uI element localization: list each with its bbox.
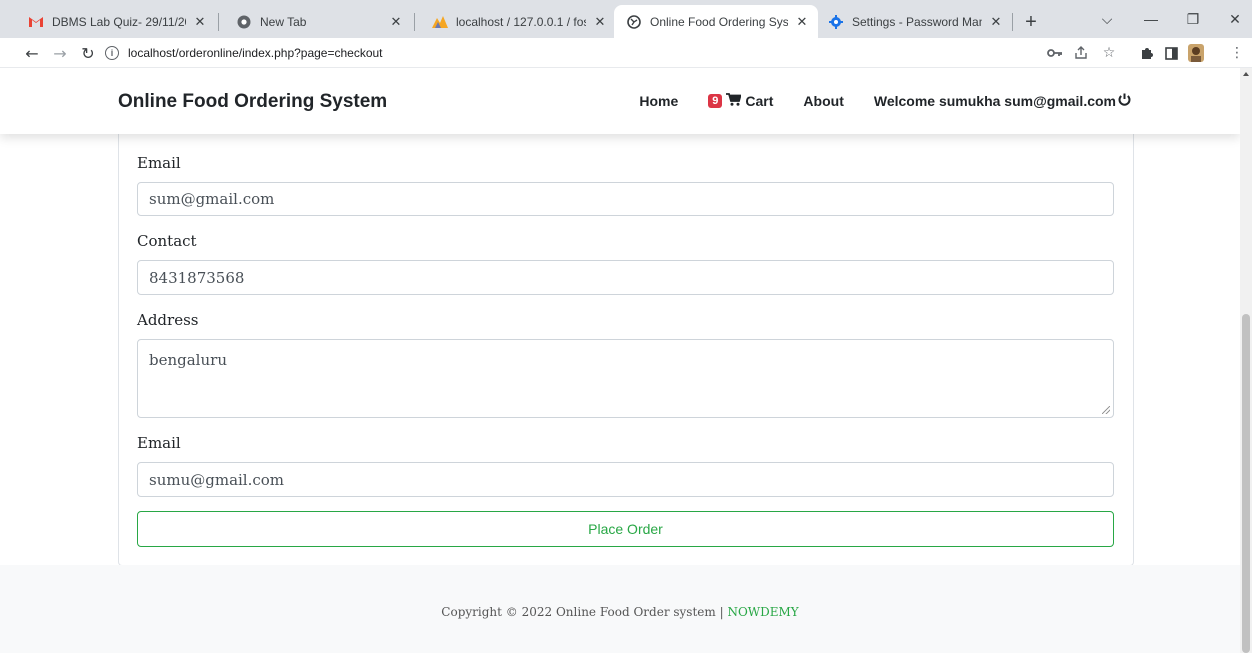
address-bar-url: localhost/orderonline/index.php?page=che… [128,46,383,60]
nav-cart-link[interactable]: 9 Cart [708,93,773,109]
forward-arrow-icon[interactable]: → [48,41,72,65]
site-info-icon[interactable]: i [105,46,119,60]
cart-count-badge: 9 [708,94,723,108]
address-textarea[interactable]: bengaluru [137,339,1114,418]
new-tab-button[interactable]: + [1018,9,1044,35]
tab-close-icon[interactable]: ✕ [192,14,208,30]
welcome-text: Welcome sumukha sum@gmail.com [873,93,1116,109]
place-order-button[interactable]: Place Order [137,511,1114,547]
browser-tab-active[interactable]: Online Food Ordering System ✕ [614,5,818,38]
globe-icon [626,14,642,30]
tab-separator [1012,13,1013,31]
side-panel-icon[interactable] [1160,42,1182,64]
tab-close-icon[interactable]: ✕ [388,14,404,30]
tab-close-icon[interactable]: ✕ [794,14,810,30]
nav-cart-label: Cart [745,93,774,109]
footer-copyright: Copyright © 2022 Online Food Order syste… [0,605,1240,619]
restore-button[interactable]: ❐ [1178,6,1208,32]
page-scrollbar[interactable] [1240,68,1252,653]
close-window-button[interactable]: ✕ [1220,6,1250,32]
contact-field[interactable]: 8431873568 [137,260,1114,295]
profile-avatar[interactable] [1185,42,1207,64]
email-label: Email [137,154,181,172]
contact-label: Contact [137,232,197,250]
minimize-button[interactable]: — [1136,6,1166,32]
email2-label: Email [137,434,181,452]
browser-tabstrip: DBMS Lab Quiz- 29/11/2022 ✕ New Tab ✕ lo… [0,0,1252,38]
share-icon[interactable] [1070,42,1092,64]
site-navbar: Online Food Ordering System Home 9 Cart … [0,68,1240,134]
gmail-icon [28,14,44,30]
scroll-up-arrow-icon[interactable] [1243,72,1249,76]
settings-icon [828,14,844,30]
browser-tab-settings[interactable]: Settings - Password Manager ✕ [816,5,1012,38]
resize-grip-icon[interactable] [1102,406,1110,414]
nav-about-link[interactable]: About [803,93,843,109]
key-icon[interactable] [1044,42,1066,64]
reload-icon[interactable]: ↻ [76,41,100,65]
copyright-text: Copyright © 2022 Online Food Order syste… [441,605,728,619]
address-value: bengaluru [149,351,227,369]
footer-nowdemy-link[interactable]: NOWDEMY [727,605,798,619]
phpmyadmin-icon [432,14,448,30]
email-field[interactable]: sum@gmail.com [137,182,1114,216]
tab-close-icon[interactable]: ✕ [988,14,1004,30]
extensions-puzzle-icon[interactable] [1136,42,1158,64]
nav-links: Home 9 Cart About Welcome sumukha sum@gm… [609,93,1131,109]
browser-tab-new-tab[interactable]: New Tab ✕ [224,5,412,38]
chrome-icon [236,14,252,30]
scrollbar-thumb[interactable] [1242,314,1250,653]
browser-tab-dbms-quiz[interactable]: DBMS Lab Quiz- 29/11/2022 ✕ [16,5,216,38]
site-footer: Copyright © 2022 Online Food Order syste… [0,565,1240,653]
nav-home-link[interactable]: Home [639,93,678,109]
page-viewport: Online Food Ordering System Home 9 Cart … [0,68,1240,653]
logout-power-icon[interactable] [1118,93,1131,109]
site-brand[interactable]: Online Food Ordering System [118,91,387,113]
nav-account-link[interactable]: Welcome sumukha sum@gmail.com [874,93,1131,109]
address-bar[interactable]: i localhost/orderonline/index.php?page=c… [105,42,1153,64]
back-arrow-icon[interactable]: ← [20,41,44,65]
cart-icon [726,93,743,109]
tab-close-icon[interactable]: ✕ [592,14,608,30]
browser-menu-icon[interactable]: ⋮ [1226,42,1248,64]
browser-tab-phpmyadmin[interactable]: localhost / 127.0.0.1 / fos_db ✕ [420,5,616,38]
email2-field[interactable]: sumu@gmail.com [137,462,1114,497]
tab-separator [218,13,219,31]
tab-separator [414,13,415,31]
bookmark-star-icon[interactable]: ☆ [1098,42,1120,64]
tab-search-chevron-icon[interactable]: ⌵ [1092,6,1122,32]
address-label: Address [137,311,199,329]
